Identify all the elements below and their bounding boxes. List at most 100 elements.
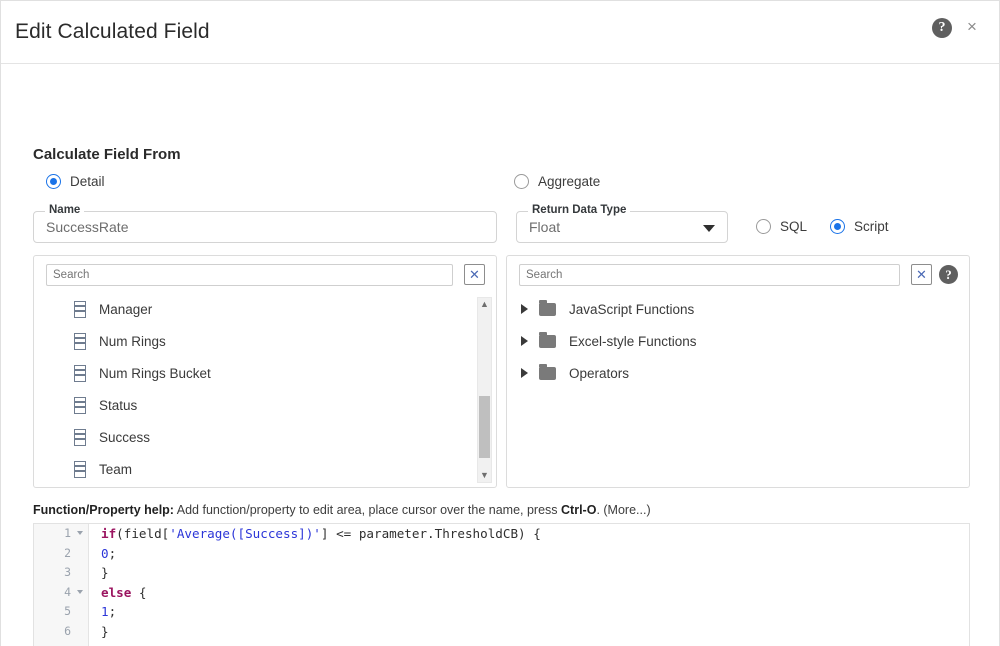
field-column-icon [74, 460, 86, 478]
tree-node-label: Operators [569, 365, 630, 381]
fields-search-bar: ✕ [34, 256, 496, 293]
section-title-calculate-field-from: Calculate Field From [33, 146, 181, 163]
editor-line-number-gutter: 12 3 45 6 7 [34, 524, 89, 646]
code-token: ; [108, 604, 117, 620]
code-line[interactable]: else { [101, 583, 969, 603]
radio-detail-label: Detail [70, 174, 105, 189]
code-line[interactable]: 1; [101, 602, 969, 622]
fields-search-input[interactable] [46, 264, 453, 286]
scroll-down-icon[interactable]: ▼ [478, 469, 491, 482]
code-token: else [101, 584, 132, 600]
script-editor[interactable]: 1234567 if(field['Average([Success])'] <… [33, 523, 970, 646]
list-item[interactable]: Status [34, 389, 496, 421]
radio-aggregate[interactable]: Aggregate [514, 174, 600, 189]
return-data-type-select[interactable]: Return Data Type Float [516, 204, 728, 243]
list-item-label: Team [99, 461, 133, 477]
radio-aggregate-label: Aggregate [538, 174, 601, 189]
chevron-right-icon[interactable] [521, 304, 528, 314]
radio-aggregate-control[interactable] [514, 174, 529, 189]
name-field[interactable]: Name SuccessRate [33, 204, 497, 243]
fields-clear-search-icon[interactable]: ✕ [464, 264, 485, 285]
editor-code-area[interactable]: if(field['Average([Success])'] <= parame… [89, 524, 969, 646]
fields-panel: ✕ Manager Num Rings Num Rings Bucket Status… [33, 255, 497, 488]
code-fold-icon[interactable] [77, 531, 83, 535]
page-title: Edit Calculated Field [15, 20, 210, 43]
line-number: 1 [34, 524, 88, 544]
code-line[interactable]: } [101, 622, 969, 642]
field-column-icon [74, 364, 86, 382]
code-token: { [131, 584, 147, 600]
tree-node[interactable]: Excel-style Functions [507, 325, 969, 357]
field-column-icon [74, 332, 86, 350]
list-item-label: Manager [99, 301, 153, 317]
fields-list: Manager Num Rings Num Rings Bucket Status Su… [34, 293, 496, 485]
code-token: 1 [101, 604, 109, 620]
code-line[interactable]: 0; [101, 544, 969, 564]
functions-search-input[interactable] [519, 264, 900, 286]
function-property-help-text: Function/Property help: Add function/pro… [33, 503, 651, 517]
code-fold-icon[interactable] [77, 589, 83, 594]
folder-icon [539, 363, 556, 380]
list-item[interactable]: Manager [34, 293, 496, 325]
scrollbar-thumb[interactable] [479, 396, 490, 458]
code-token: } [101, 623, 109, 639]
line-number: 2 [64, 545, 71, 560]
help-text-1: Add function/property to edit area, plac… [173, 503, 562, 517]
scroll-up-icon[interactable]: ▲ [478, 298, 491, 311]
help-circle-icon[interactable]: ? [932, 18, 952, 38]
radio-detail[interactable]: Detail [46, 174, 105, 189]
code-token: } [101, 565, 109, 581]
tree-node[interactable]: Operators [507, 357, 969, 389]
help-text-2: . (More...) [596, 503, 651, 517]
functions-panel: ✕ ? JavaScript Functions Excel-style Func… [506, 255, 970, 488]
dialog-header: Edit Calculated Field ? × [1, 1, 999, 64]
line-number: 6 [64, 623, 71, 638]
radio-script-control[interactable] [830, 219, 845, 234]
tree-node[interactable]: JavaScript Functions [507, 293, 969, 325]
code-token: (field[ [116, 526, 170, 541]
tree-node-label: Excel-style Functions [569, 333, 697, 349]
help-shortcut: Ctrl-O [561, 503, 597, 517]
fields-list-scrollbar[interactable]: ▲ ▼ [477, 297, 492, 483]
field-column-icon [74, 300, 86, 318]
radio-script[interactable]: Script [830, 219, 889, 234]
line-number: 7 [34, 642, 88, 646]
code-token: ; [108, 545, 117, 561]
code-token: 0 [101, 545, 109, 561]
code-token: ] <= parameter.ThresholdCB) { [320, 526, 541, 541]
close-icon[interactable]: × [961, 16, 983, 38]
chevron-right-icon[interactable] [521, 336, 528, 346]
return-data-type-value: Float [529, 219, 561, 235]
functions-help-circle-icon[interactable]: ? [939, 265, 958, 284]
code-line[interactable]: if(field['Average([Success])'] <= parame… [101, 524, 969, 544]
list-item[interactable]: Num Rings Bucket [34, 357, 496, 389]
radio-sql-label: SQL [780, 219, 808, 234]
return-data-type-label: Return Data Type [528, 204, 631, 216]
list-item-label: Num Rings [99, 333, 166, 349]
field-column-icon [74, 428, 86, 446]
radio-detail-control[interactable] [46, 174, 61, 189]
help-bold-prefix: Function/Property help: [33, 503, 174, 517]
list-item-label: Status [99, 397, 138, 413]
list-item[interactable]: Success [34, 421, 496, 453]
field-column-icon [74, 396, 86, 414]
name-field-value: SuccessRate [46, 219, 129, 235]
line-number: 5 [64, 604, 71, 619]
functions-tree: JavaScript Functions Excel-style Function… [507, 293, 969, 389]
code-token: 'Average([Success])' [169, 526, 321, 541]
chevron-down-icon[interactable] [703, 225, 715, 232]
radio-sql-control[interactable] [756, 219, 771, 234]
code-line[interactable]: } [101, 563, 969, 583]
folder-icon [539, 299, 556, 316]
line-number: 4 [34, 583, 88, 603]
functions-clear-search-icon[interactable]: ✕ [911, 264, 932, 285]
list-item-label: Success [99, 429, 151, 445]
edit-calculated-field-dialog: Edit Calculated Field ? × Calculate Fiel… [0, 0, 1000, 646]
code-token: if [101, 526, 117, 541]
radio-sql[interactable]: SQL [756, 219, 807, 234]
code-line[interactable] [101, 642, 969, 646]
chevron-right-icon[interactable] [521, 368, 528, 378]
list-item[interactable]: Num Rings [34, 325, 496, 357]
list-item-label: Num Rings Bucket [99, 365, 211, 381]
list-item[interactable]: Team [34, 453, 496, 485]
